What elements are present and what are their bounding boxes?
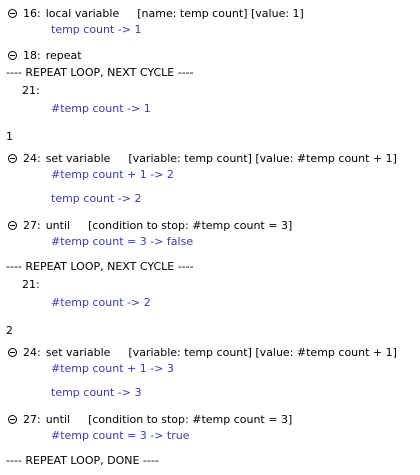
trace-result: temp count -> 3 — [51, 386, 142, 399]
step-params: [variable: temp count] [value: #temp cou… — [128, 152, 397, 165]
step-params: [condition to stop: #temp count = 3] — [88, 219, 293, 232]
line-number: 24: — [23, 152, 41, 165]
minus-circle-icon[interactable] — [8, 51, 17, 60]
trace-step[interactable]: 27: until [condition to stop: #temp coun… — [8, 219, 292, 232]
minus-circle-icon[interactable] — [8, 348, 17, 357]
step-params: [variable: temp count] [value: #temp cou… — [128, 346, 397, 359]
step-label: local variable — [45, 7, 120, 20]
trace-result: temp count -> 1 — [51, 23, 142, 36]
step-params: [name: temp count] [value: 1] — [137, 7, 304, 20]
line-number: 21: — [22, 278, 40, 291]
trace-step[interactable]: 18: repeat — [8, 49, 82, 62]
step-label: set variable — [45, 152, 111, 165]
output-value: 1 — [6, 130, 13, 143]
step-label: until — [45, 413, 71, 426]
line-number: 18: — [23, 49, 41, 62]
trace-result: #temp count -> 2 — [51, 296, 151, 309]
trace-result: #temp count + 1 -> 2 — [51, 168, 174, 181]
step-label: until — [45, 219, 71, 232]
trace-step[interactable]: 16: local variable [name: temp count] [v… — [8, 7, 304, 20]
line-number: 27: — [23, 219, 41, 232]
step-label: repeat — [45, 49, 82, 62]
trace-step[interactable]: 27: until [condition to stop: #temp coun… — [8, 413, 292, 426]
trace-step[interactable]: 24: set variable [variable: temp count] … — [8, 346, 397, 359]
trace-result: #temp count = 3 -> false — [51, 235, 194, 248]
minus-circle-icon[interactable] — [8, 221, 17, 230]
output-value: 2 — [6, 324, 13, 337]
trace-result: #temp count -> 1 — [51, 102, 151, 115]
execution-trace: 16: local variable [name: temp count] [v… — [0, 0, 420, 475]
minus-circle-icon[interactable] — [8, 154, 17, 163]
loop-separator: ---- REPEAT LOOP, NEXT CYCLE ---- — [6, 260, 194, 273]
trace-step[interactable]: 24: set variable [variable: temp count] … — [8, 152, 397, 165]
loop-separator: ---- REPEAT LOOP, DONE ---- — [6, 454, 159, 467]
minus-circle-icon[interactable] — [8, 9, 17, 18]
trace-result: #temp count + 1 -> 3 — [51, 362, 174, 375]
line-number: 27: — [23, 413, 41, 426]
line-number: 24: — [23, 346, 41, 359]
line-number: 21: — [22, 84, 40, 97]
loop-separator: ---- REPEAT LOOP, NEXT CYCLE ---- — [6, 66, 194, 79]
trace-result: #temp count = 3 -> true — [51, 429, 190, 442]
line-number: 16: — [23, 7, 41, 20]
step-params: [condition to stop: #temp count = 3] — [88, 413, 293, 426]
trace-result: temp count -> 2 — [51, 192, 142, 205]
minus-circle-icon[interactable] — [8, 415, 17, 424]
step-label: set variable — [45, 346, 111, 359]
